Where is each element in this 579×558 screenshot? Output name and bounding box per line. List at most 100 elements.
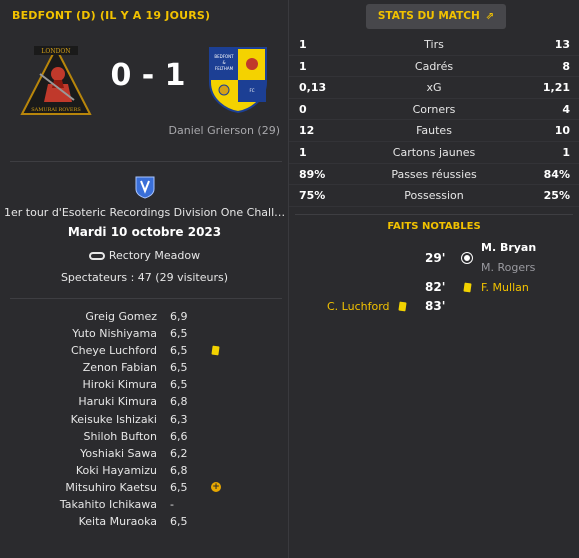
card-player-name[interactable]: F. Mullan (481, 281, 529, 294)
svg-text:SAMURAI ROVERS: SAMURAI ROVERS (31, 107, 81, 113)
stat-away-value: 10 (554, 124, 570, 138)
stat-away-value: 1 (562, 145, 570, 159)
stat-home-value: 75% (299, 189, 326, 203)
player-name[interactable]: Shiloh Bufton (84, 430, 157, 443)
player-name[interactable]: Mitsuhiro Kaetsu (65, 481, 157, 494)
player-rating: 6,9 (170, 310, 188, 323)
competition-link[interactable]: 1er tour d'Esoteric Recordings Division … (4, 206, 286, 219)
player-name[interactable]: Yoshiaki Sawa (80, 447, 157, 460)
player-name[interactable]: Hiroki Kimura (83, 378, 157, 391)
player-row[interactable]: Cheye Luchford 6,5 (0, 342, 289, 359)
svg-text:FELTHAM: FELTHAM (215, 66, 234, 71)
stat-home-value: 1 (299, 38, 307, 51)
stat-row: 1 Cadrés 8 (289, 56, 579, 78)
bedfont-feltham-crest-icon[interactable]: BEDFONT & FELTHAM FC (206, 44, 270, 114)
player-row[interactable]: Haruki Kimura 6,8 (0, 393, 289, 410)
match-stats-button[interactable]: STATS DU MATCH ⇗ (366, 4, 506, 29)
page-title[interactable]: BEDFONT (D) (IL Y A 19 JOURS) (12, 9, 210, 22)
stat-row: 0 Corners 4 (289, 99, 579, 121)
venue-name: Rectory Meadow (108, 249, 201, 262)
player-rating: 6,5 (170, 378, 188, 392)
stat-label: Passes réussies (391, 167, 477, 181)
stat-home-value: 1 (299, 145, 307, 159)
stat-row: 75% Possession 25% (289, 185, 579, 207)
svg-text:FC: FC (249, 88, 254, 93)
stat-label: Corners (412, 102, 456, 116)
stat-row: 1 Tirs 13 (289, 34, 579, 56)
player-rating: 6,8 (170, 463, 188, 477)
stat-home-value: 12 (299, 124, 315, 138)
divider (295, 214, 573, 215)
competition-trophy-icon[interactable] (133, 175, 157, 199)
player-rating: 6,2 (170, 446, 188, 460)
stat-home-value: 0 (299, 102, 307, 116)
player-name[interactable]: Greig Gomez (85, 310, 157, 323)
player-rating: 6,5 (170, 480, 188, 494)
player-name[interactable]: Cheye Luchford (71, 344, 157, 357)
player-row[interactable]: Yuto Nishiyama 6,5 (0, 325, 289, 342)
goal-scorer[interactable]: Daniel Grierson (29) (150, 124, 280, 137)
stat-label: Fautes (416, 124, 452, 138)
stat-home-value: 0,13 (299, 81, 327, 95)
player-name[interactable]: Koki Hayamizu (76, 464, 157, 477)
stat-label: xG (426, 81, 442, 95)
stat-label: Possession (404, 189, 464, 203)
spectators-count: Spectateurs : 47 (29 visiteurs) (60, 271, 229, 284)
player-row[interactable]: Yoshiaki Sawa 6,2 (0, 445, 289, 462)
player-rating: 6,5 (170, 327, 188, 341)
stat-row: 1 Cartons jaunes 1 (289, 142, 579, 164)
external-link-icon: ⇗ (485, 11, 495, 22)
goal-scorer-name[interactable]: M. Bryan (481, 241, 536, 254)
stadium-icon (88, 252, 105, 260)
stat-row: 0,13 xG 1,21 (289, 77, 579, 99)
player-ratings-list: Greig Gomez 6,9 Yuto Nishiyama 6,5 Cheye L… (0, 308, 289, 530)
goal-ball-icon (462, 253, 472, 263)
samurai-rovers-crest-icon[interactable]: LONDON SAMURAI ROVERS (20, 44, 92, 116)
match-stats-button-label: STATS DU MATCH (377, 10, 480, 22)
stat-away-value: 84% (543, 167, 570, 181)
player-row[interactable]: Koki Hayamizu 6,8 (0, 462, 289, 479)
venue[interactable]: Rectory Meadow (0, 249, 289, 262)
stat-row: 89% Passes réussies 84% (289, 164, 579, 186)
player-row[interactable]: Hiroki Kimura 6,5 (0, 376, 289, 393)
player-row[interactable]: Shiloh Bufton 6,6 (0, 428, 289, 445)
svg-text:&: & (222, 60, 225, 65)
player-name[interactable]: Keisuke Ishizaki (71, 413, 157, 426)
stat-label: Cartons jaunes (392, 145, 476, 159)
svg-text:BEDFONT: BEDFONT (214, 54, 234, 59)
player-rating: 6,8 (170, 395, 188, 409)
goal-assist-name[interactable]: M. Rogers (481, 261, 535, 274)
goal-minute: 29' (425, 251, 446, 265)
card-player-name[interactable]: C. Luchford (327, 300, 390, 313)
stat-row: 12 Fautes 10 (289, 120, 579, 142)
stat-home-value: 1 (299, 59, 307, 73)
svg-text:LONDON: LONDON (41, 48, 70, 55)
stat-away-value: 8 (562, 59, 570, 73)
player-name[interactable]: Takahito Ichikawa (60, 498, 157, 511)
player-rating: 6,5 (170, 361, 188, 375)
substitution-icon: + (211, 481, 221, 492)
match-date: Mardi 10 octobre 2023 (67, 225, 222, 239)
player-row[interactable]: Keisuke Ishizaki 6,3 (0, 411, 289, 428)
card-minute: 82' (425, 280, 446, 294)
player-name[interactable]: Keita Muraoka (79, 515, 157, 528)
yellow-card-icon (398, 301, 407, 312)
yellow-card-icon (463, 282, 472, 293)
player-name[interactable]: Haruki Kimura (78, 395, 157, 408)
stat-label: Cadrés (414, 59, 454, 73)
player-rating: 6,5 (170, 344, 188, 358)
stat-away-value: 4 (562, 102, 570, 116)
player-row[interactable]: Zenon Fabian 6,5 (0, 359, 289, 376)
player-name[interactable]: Zenon Fabian (83, 361, 157, 374)
player-row[interactable]: Greig Gomez 6,9 (0, 308, 289, 325)
player-rating: 6,5 (170, 515, 188, 529)
player-row[interactable]: Takahito Ichikawa - (0, 496, 289, 513)
player-row[interactable]: Keita Muraoka 6,5 (0, 513, 289, 530)
stat-away-value: 25% (543, 189, 570, 203)
player-name[interactable]: Yuto Nishiyama (72, 327, 157, 340)
match-stats-panel: STATS DU MATCH ⇗ 1 Tirs 13 1 Cadrés 8 0,13 xG 1… (289, 0, 579, 558)
yellow-card-icon (211, 345, 220, 356)
player-row[interactable]: Mitsuhiro Kaetsu 6,5 + (0, 479, 289, 496)
stat-away-value: 13 (554, 38, 570, 51)
stats-table: 1 Tirs 13 1 Cadrés 8 0,13 xG 1,21 0 Corners 4 12… (289, 34, 579, 207)
